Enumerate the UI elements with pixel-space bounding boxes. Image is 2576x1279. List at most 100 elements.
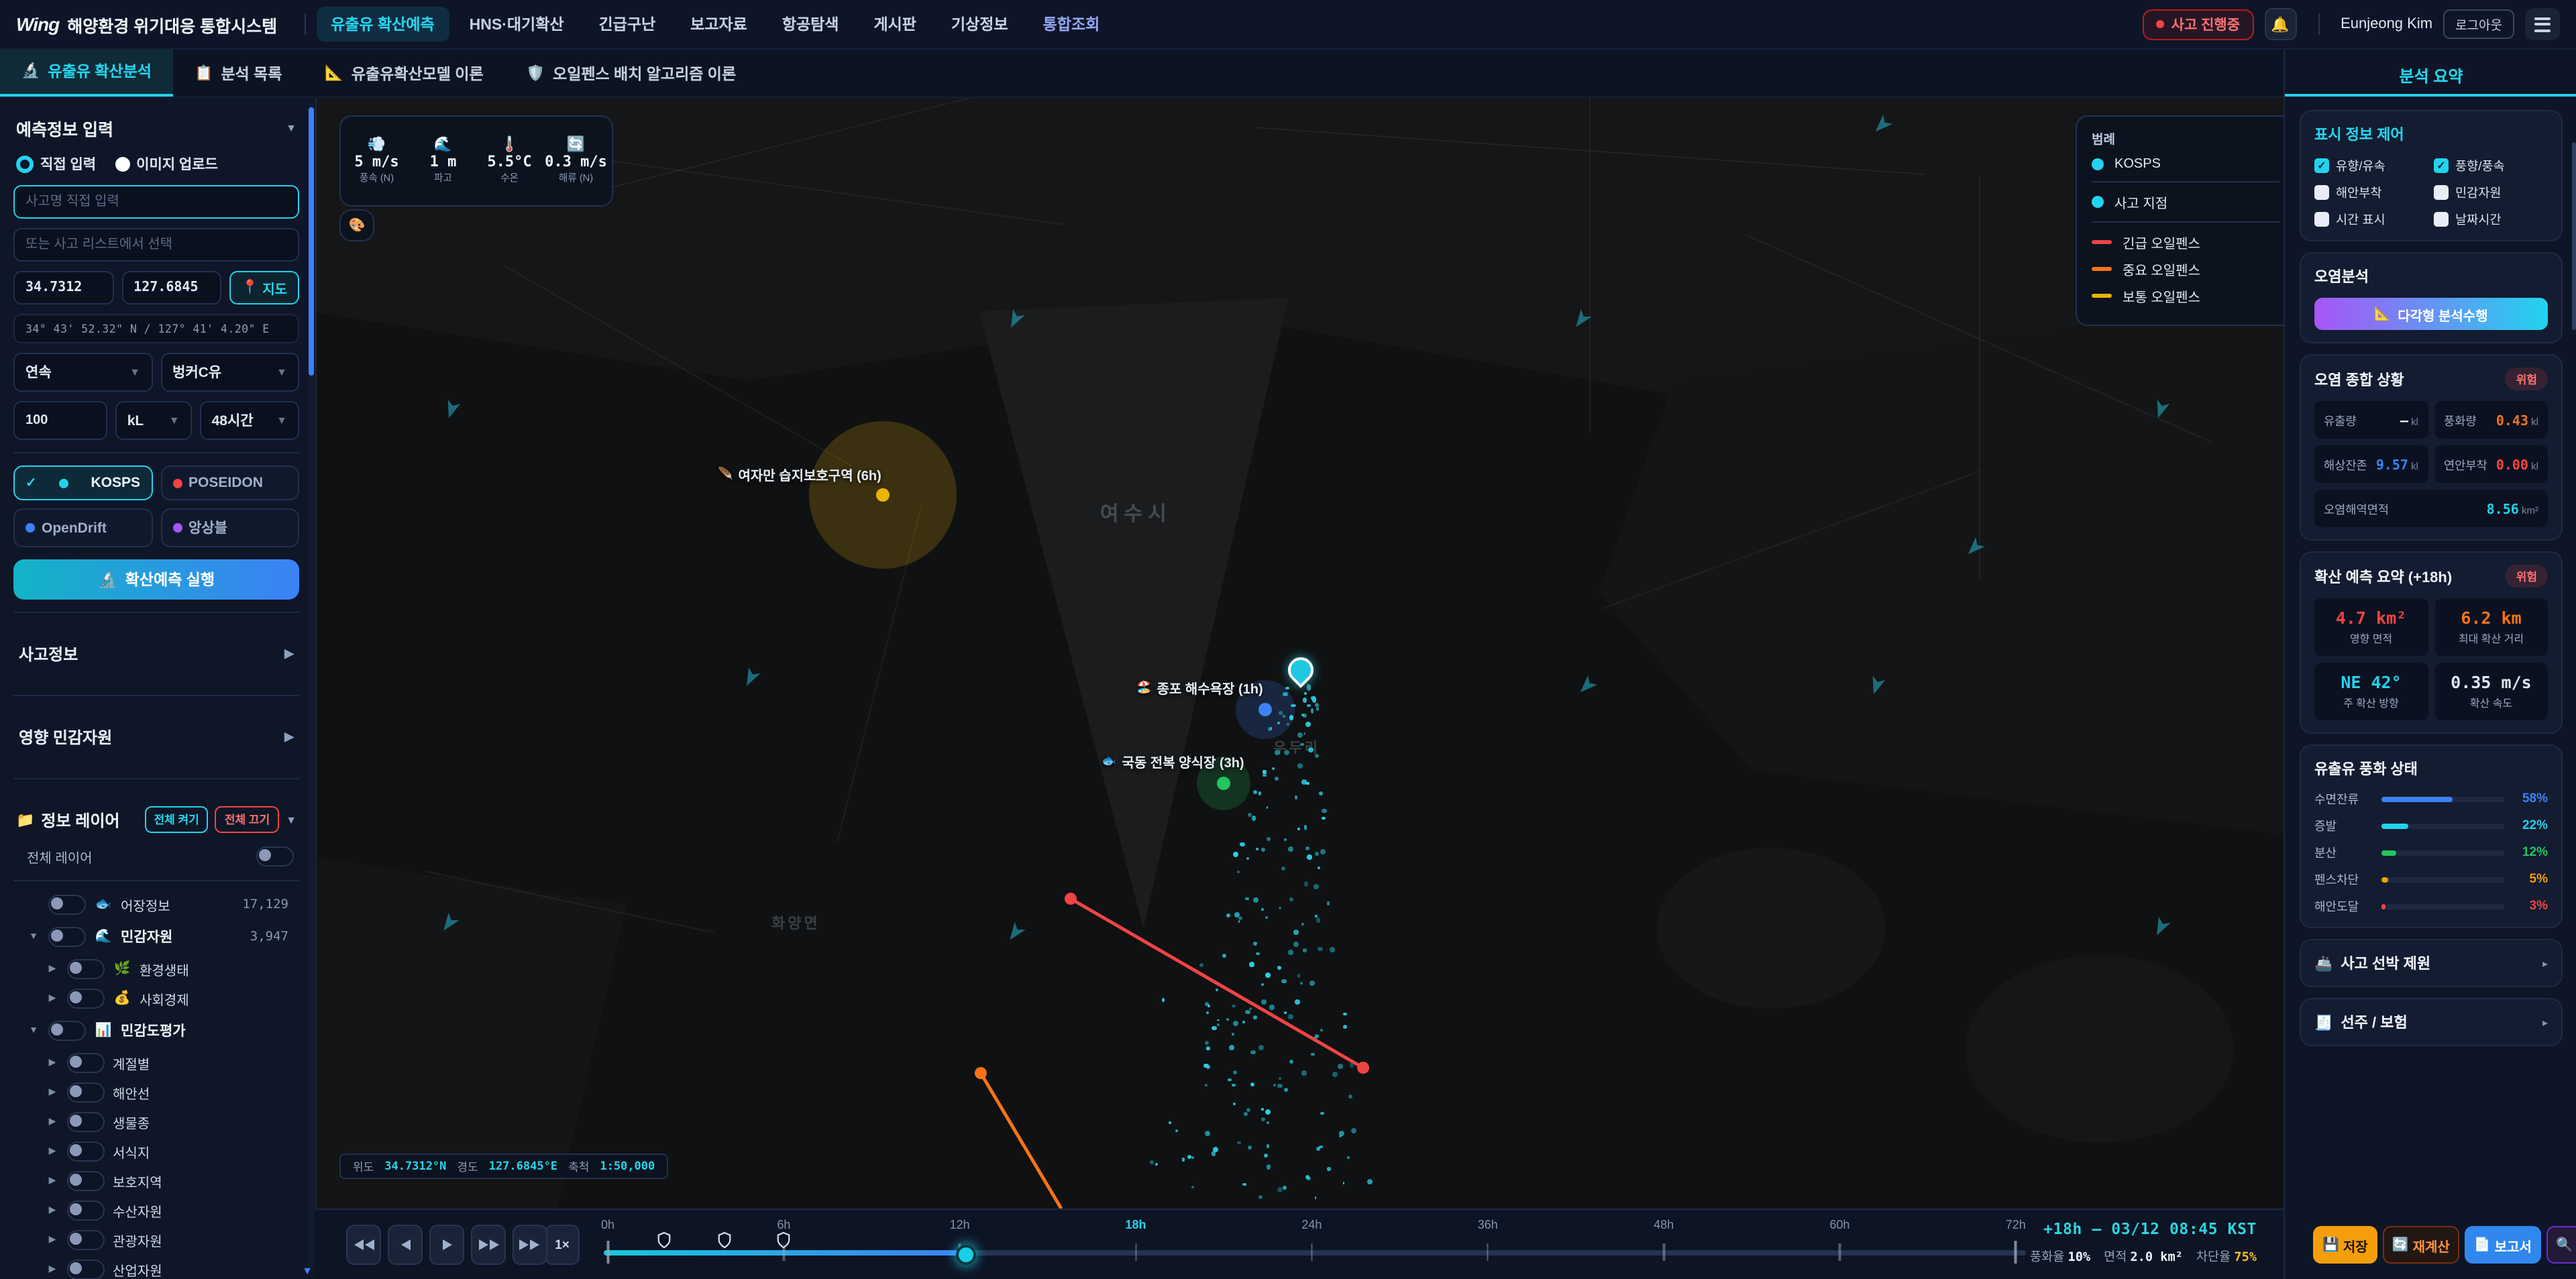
layer-toggle[interactable]	[67, 1141, 105, 1161]
sidebar-scrollbar[interactable]	[309, 102, 314, 1269]
layer-toggle[interactable]	[67, 958, 105, 979]
toggle-knob	[51, 897, 63, 909]
skip-start-button[interactable]	[346, 1225, 381, 1265]
layer-row-보호지역[interactable]: ▶보호지역	[13, 1166, 299, 1195]
checkbox-민감자원[interactable]: 민감자원	[2434, 182, 2548, 201]
polygon-analysis-button[interactable]: 📐 다각형 분석수행	[2314, 298, 2548, 330]
layer-row-민감자원[interactable]: ▼🌊민감자원3,947	[13, 919, 299, 954]
layer-row-생물종[interactable]: ▶생물종	[13, 1107, 299, 1136]
panel-scrollbar[interactable]	[2572, 142, 2576, 330]
layer-row-서식지[interactable]: ▶서식지	[13, 1136, 299, 1166]
map-style-button[interactable]: 🎨	[339, 209, 374, 241]
menu-button[interactable]	[2525, 8, 2560, 40]
all-layers-off-button[interactable]: 전체 끄기	[215, 806, 279, 833]
scroll-down-icon[interactable]: ▼	[302, 1265, 313, 1277]
pick-on-map-button[interactable]: 📍 지도	[229, 271, 299, 304]
logout-button[interactable]: 로그아웃	[2443, 9, 2514, 39]
layer-toggle[interactable]	[67, 1052, 105, 1072]
layer-toggle[interactable]	[48, 926, 86, 946]
layer-row-수산자원[interactable]: ▶수산자원	[13, 1195, 299, 1225]
layer-row-해안선[interactable]: ▶해안선	[13, 1077, 299, 1107]
nav-tab-게시판[interactable]: 게시판	[859, 7, 931, 42]
layer-row-사회경제[interactable]: ▶💰사회경제	[13, 983, 299, 1013]
fast-forward-button[interactable]	[471, 1225, 506, 1265]
chevron-down-icon[interactable]: ▼	[27, 1025, 40, 1035]
checkbox-날짜시간[interactable]: 날짜시간	[2434, 209, 2548, 228]
layer-toggle[interactable]	[67, 1111, 105, 1131]
subtab-유출유 확산분석[interactable]: 🔬유출유 확산분석	[0, 47, 173, 97]
subtab-분석 목록[interactable]: 📋분석 목록	[173, 50, 303, 97]
radio-direct-input[interactable]: 직접 입력	[16, 154, 96, 174]
section-영향 민감자원[interactable]: 영향 민감자원▶	[13, 708, 299, 766]
run-prediction-button[interactable]: 🔬 확산예측 실행	[13, 559, 299, 600]
play-button[interactable]	[429, 1225, 464, 1265]
nav-tab-기상정보[interactable]: 기상정보	[936, 7, 1023, 42]
duration-select[interactable]: 48시간 ▼	[200, 401, 299, 440]
timeline[interactable]: 0h6h12h18h24h36h48h60h72h	[604, 1210, 2026, 1279]
incident-name-input[interactable]	[13, 185, 299, 219]
fence-deploy-marker-icon[interactable]	[775, 1231, 790, 1256]
all-layers-on-button[interactable]: 전체 켜기	[145, 806, 209, 833]
layer-toggle[interactable]	[67, 1170, 105, 1190]
layer-row-환경생태[interactable]: ▶🌿환경생태	[13, 954, 299, 983]
oil-type-select[interactable]: 벙커C유 ▼	[160, 353, 299, 392]
layer-row-민감도평가[interactable]: ▼📊민감도평가	[13, 1013, 299, 1048]
amount-input[interactable]	[13, 401, 107, 440]
map-canvas[interactable]: 여수시화양면우두리🪶여자만 습지보호구역 (6h)🏖️종포 해수욕장 (1h)🐟…	[315, 97, 2284, 1209]
저장-button[interactable]: 💾저장	[2313, 1226, 2377, 1264]
fence-deploy-marker-icon[interactable]	[656, 1231, 671, 1256]
layer-toggle[interactable]	[67, 1259, 105, 1279]
spill-type-select[interactable]: 연속 ▼	[13, 353, 152, 392]
model-chip-OpenDrift[interactable]: OpenDrift	[13, 508, 152, 547]
nav-tab-HNS·대기확산[interactable]: HNS·대기확산	[455, 7, 579, 42]
prediction-input-header[interactable]: 예측정보 입력 ▼	[13, 107, 299, 152]
layer-toggle[interactable]	[67, 1229, 105, 1249]
owner-insurance-card[interactable]: 🧾 선주 / 보험 ▸	[2300, 998, 2563, 1046]
skip-end-button[interactable]	[513, 1225, 547, 1265]
재계산-button[interactable]: 🔄재계산	[2383, 1226, 2459, 1264]
nav-tab-긴급구난[interactable]: 긴급구난	[584, 7, 671, 42]
section-사고정보[interactable]: 사고정보▶	[13, 625, 299, 683]
nav-tab-유출유 확산예측[interactable]: 유출유 확산예측	[316, 7, 449, 42]
notifications-button[interactable]: 🔔	[2264, 8, 2296, 40]
checkbox-유향/유속[interactable]: ✓유향/유속	[2314, 156, 2428, 174]
checkbox-해안부착[interactable]: 해안부착	[2314, 182, 2428, 201]
subtab-유출유확산모델 이론[interactable]: 📐유출유확산모델 이론	[303, 50, 504, 97]
subtab-오일펜스 배치 알고리즘 이론[interactable]: 🛡️오일펜스 배치 알고리즘 이론	[505, 50, 758, 97]
layer-row-어장정보[interactable]: 🐟어장정보17,129	[13, 889, 299, 919]
fence-deploy-marker-icon[interactable]	[717, 1231, 732, 1256]
layer-toggle[interactable]	[67, 988, 105, 1008]
button-icon: 💾	[2322, 1237, 2339, 1252]
nav-tab-통합조회[interactable]: 통합조회	[1028, 7, 1115, 42]
timeline-playhead[interactable]	[957, 1245, 977, 1265]
incident-list-select[interactable]	[13, 228, 299, 262]
layer-toggle[interactable]	[48, 894, 86, 914]
step-back-button[interactable]	[388, 1225, 423, 1265]
triangle-glyph	[489, 1239, 498, 1250]
nav-tab-항공탐색[interactable]: 항공탐색	[767, 7, 854, 42]
layer-toggle[interactable]	[67, 1082, 105, 1102]
model-chip-KOSPS[interactable]: ✓KOSPS	[13, 465, 152, 500]
역추적-button[interactable]: 🔍역추적	[2546, 1226, 2576, 1264]
nav-tab-보고자료[interactable]: 보고자료	[676, 7, 762, 42]
longitude-input[interactable]	[121, 271, 221, 304]
layer-toggle[interactable]	[48, 1020, 86, 1040]
all-layers-toggle[interactable]	[256, 846, 294, 867]
checkbox-시간 표시[interactable]: 시간 표시	[2314, 209, 2428, 228]
weathering-bar-분산: 분산12%	[2314, 844, 2548, 861]
layer-row-산업자원[interactable]: ▶산업자원	[13, 1254, 299, 1279]
latitude-input[interactable]	[13, 271, 113, 304]
보고서-button[interactable]: 📄보고서	[2465, 1226, 2541, 1264]
layer-row-관광자원[interactable]: ▶관광자원	[13, 1225, 299, 1254]
vessel-spec-card[interactable]: 🚢 사고 선박 제원 ▸	[2300, 939, 2563, 987]
radio-image-upload[interactable]: 이미지 업로드	[115, 154, 218, 174]
model-chip-앙상블[interactable]: 앙상블	[160, 508, 299, 547]
playback-speed-button[interactable]: 1×	[545, 1225, 580, 1265]
chevron-down-icon[interactable]: ▼	[27, 932, 40, 941]
model-color-dot	[172, 478, 182, 488]
checkbox-풍향/풍속[interactable]: ✓풍향/풍속	[2434, 156, 2548, 174]
model-chip-POSEIDON[interactable]: POSEIDON	[160, 465, 299, 500]
unit-select[interactable]: kL ▼	[115, 401, 192, 440]
layer-row-계절별[interactable]: ▶계절별	[13, 1048, 299, 1077]
layer-toggle[interactable]	[67, 1200, 105, 1220]
